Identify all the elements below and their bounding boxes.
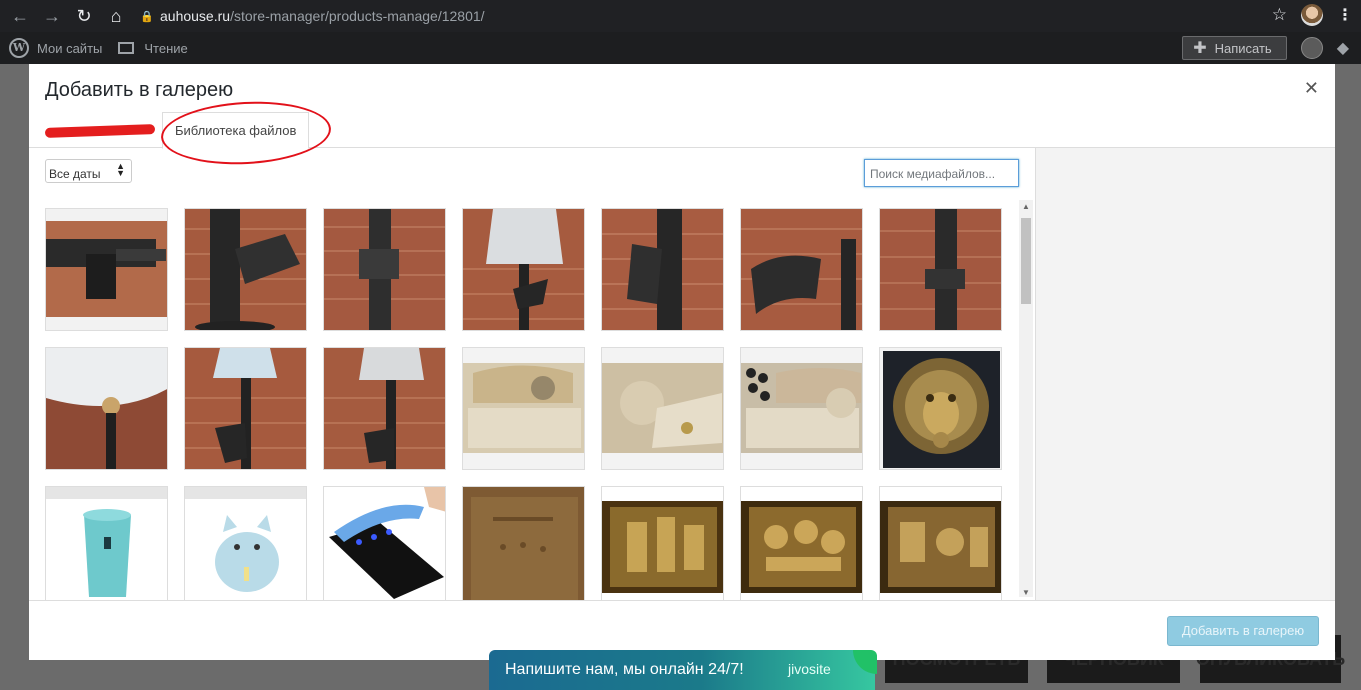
url-host: auhouse.ru xyxy=(160,8,231,24)
lock-icon: 🔒 xyxy=(140,10,154,23)
wordpress-logo-icon[interactable]: W xyxy=(9,38,29,58)
write-label: Написать xyxy=(1214,40,1272,56)
notifications-icon[interactable]: ◆ xyxy=(1337,38,1349,58)
scroll-up-arrow-icon[interactable]: ▲ xyxy=(1022,202,1030,211)
media-item[interactable] xyxy=(740,208,863,331)
media-browser: Все даты ▲ ▼ Поиск медиафайлов... ▲ ▼ xyxy=(29,148,1035,600)
tab-upload-redacted[interactable] xyxy=(44,124,156,138)
media-item[interactable] xyxy=(184,347,307,470)
reader-icon xyxy=(118,42,135,54)
reader-menu[interactable]: Чтение xyxy=(110,40,188,56)
menu-kebab-icon[interactable]: ⋮ xyxy=(1337,5,1353,25)
media-item[interactable] xyxy=(601,486,724,600)
media-item[interactable] xyxy=(323,208,446,331)
chat-widget[interactable]: Напишите нам, мы онлайн 24/7! jivosite xyxy=(489,650,877,690)
media-search-input[interactable]: Поиск медиафайлов... xyxy=(864,159,1019,187)
media-item[interactable] xyxy=(462,208,585,331)
media-item[interactable] xyxy=(45,486,168,600)
media-item[interactable] xyxy=(184,486,307,600)
bookmark-star-icon[interactable]: ☆ xyxy=(1272,5,1287,25)
date-filter-value: Все даты xyxy=(49,167,101,181)
url-path: /store-manager/products-manage/12801/ xyxy=(230,8,485,24)
write-button[interactable]: ✚ Написать xyxy=(1182,36,1287,60)
media-item[interactable] xyxy=(601,347,724,470)
add-to-gallery-button[interactable]: Добавить в галерею xyxy=(1167,616,1319,646)
media-item[interactable] xyxy=(740,347,863,470)
address-bar[interactable]: 🔒 auhouse.ru/store-manager/products-mana… xyxy=(140,3,1290,29)
forward-icon[interactable]: → xyxy=(40,4,64,28)
close-icon[interactable]: ✕ xyxy=(1304,78,1319,99)
user-avatar[interactable] xyxy=(1300,37,1323,59)
media-item[interactable] xyxy=(45,347,168,470)
wp-admin-bar: W Мои сайты Чтение ✚ Написать ◆ xyxy=(0,32,1361,64)
chat-brand: jivosite xyxy=(788,661,831,677)
attachments-grid xyxy=(45,208,1015,600)
media-item[interactable] xyxy=(879,486,1002,600)
media-item[interactable] xyxy=(323,486,446,600)
modal-header: Добавить в галерею ✕ Библиотека файлов xyxy=(29,64,1335,169)
new-post-icon: ✚ xyxy=(1193,40,1207,57)
media-item[interactable] xyxy=(740,486,863,600)
select-arrows-icon: ▲ ▼ xyxy=(116,161,125,178)
grid-scrollbar[interactable]: ▲ ▼ xyxy=(1019,200,1033,597)
home-icon[interactable]: ⌂ xyxy=(104,4,128,28)
scrollbar-thumb[interactable] xyxy=(1021,218,1031,304)
my-sites-label: Мои сайты xyxy=(37,40,103,56)
date-filter-select[interactable]: Все даты ▲ ▼ xyxy=(45,159,132,183)
reload-icon[interactable]: ↻ xyxy=(72,4,96,28)
chat-online-icon xyxy=(853,650,877,674)
chat-message: Напишите нам, мы онлайн 24/7! xyxy=(505,661,744,678)
my-sites-menu[interactable]: Мои сайты xyxy=(37,41,102,56)
media-item[interactable] xyxy=(184,208,307,331)
media-item[interactable] xyxy=(45,208,168,331)
scroll-down-arrow-icon[interactable]: ▼ xyxy=(1022,588,1030,597)
add-to-gallery-modal: Добавить в галерею ✕ Библиотека файлов В… xyxy=(29,64,1335,660)
media-item[interactable] xyxy=(462,486,585,600)
attachment-details-sidebar xyxy=(1035,148,1335,600)
media-item[interactable] xyxy=(323,347,446,470)
back-icon[interactable]: ← xyxy=(8,4,32,28)
browser-toolbar: ← → ↻ ⌂ 🔒 auhouse.ru/store-manager/produ… xyxy=(0,0,1361,32)
media-item[interactable] xyxy=(601,208,724,331)
media-item[interactable] xyxy=(879,208,1002,331)
modal-title: Добавить в галерею xyxy=(45,79,234,101)
media-item[interactable] xyxy=(462,347,585,470)
reader-label: Чтение xyxy=(144,40,188,56)
media-item[interactable] xyxy=(879,347,1002,470)
profile-avatar[interactable] xyxy=(1301,4,1323,26)
